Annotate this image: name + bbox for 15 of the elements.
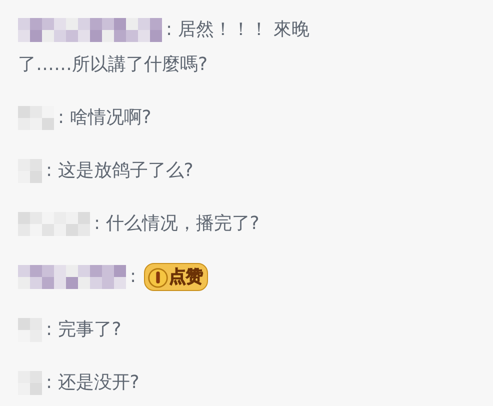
message-text: : 这是放鸽子了么? xyxy=(46,159,194,183)
sticker-text: 点赞 xyxy=(169,266,204,288)
message-text: 了……所以講了什麼嗎? xyxy=(18,54,208,75)
blurred-username xyxy=(18,370,42,394)
coin-icon xyxy=(147,266,170,288)
message-text: : 还是没开? xyxy=(46,371,140,395)
blurred-username xyxy=(18,158,42,182)
message-text: : 居然！！！ 來晚 xyxy=(166,18,310,42)
blurred-username xyxy=(18,318,42,342)
blurred-username xyxy=(18,212,90,236)
colon-separator: : xyxy=(130,265,136,289)
message-text: : 完事了? xyxy=(46,318,122,342)
message-text: : 啥情况啊? xyxy=(58,106,152,130)
blurred-username xyxy=(18,106,54,130)
message-text: : 什么情况，播完了? xyxy=(94,212,260,236)
